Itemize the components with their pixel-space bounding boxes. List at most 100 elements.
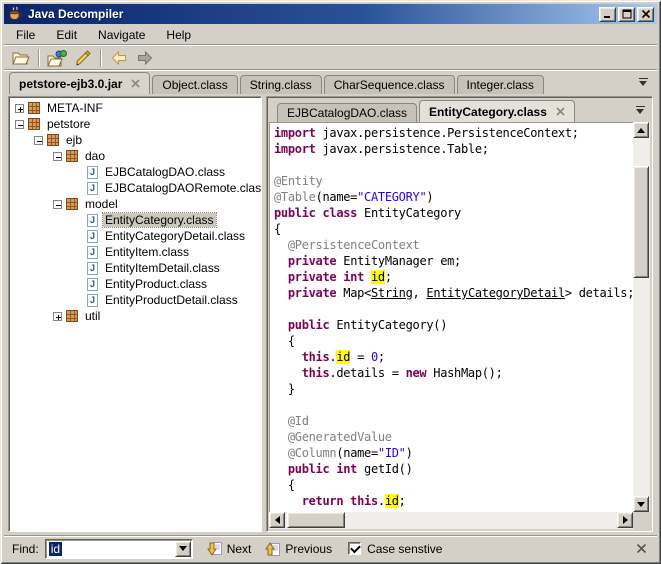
tree-item[interactable]: EntityItemDetail.class — [9, 260, 261, 276]
tab-petstore-ejb3-jar[interactable]: petstore-ejb3.0.jar — [9, 72, 150, 94]
menu-item-navigate[interactable]: Navigate — [96, 27, 147, 43]
code-line: import javax.persistence.Table; — [274, 141, 633, 157]
search-button[interactable] — [70, 47, 96, 69]
code-token: > details; — [565, 286, 633, 300]
tree-item[interactable]: dao — [9, 148, 261, 164]
tree-item-label: dao — [83, 149, 107, 163]
tree-item-label: EntityProduct.class — [103, 277, 209, 291]
scroll-up-icon — [637, 128, 645, 133]
expander-toggle-icon[interactable] — [53, 312, 62, 321]
case-sensitive-label: Case senstive — [367, 542, 442, 556]
expander-toggle-icon[interactable] — [34, 136, 43, 145]
find-input-value[interactable]: id — [49, 542, 62, 556]
tree-item[interactable]: util — [9, 308, 261, 324]
open-file-button[interactable] — [8, 47, 34, 69]
type-link[interactable]: String — [371, 286, 413, 300]
expander-toggle-icon[interactable] — [53, 152, 62, 161]
find-combobox[interactable]: id — [45, 539, 193, 559]
type-link[interactable]: EntityCategoryDetail — [426, 286, 565, 300]
code-token: Map< — [336, 286, 371, 300]
source-tab-overflow-dropdown-icon[interactable] — [636, 106, 645, 115]
tree-item[interactable]: EJBCatalogDAORemote.class — [9, 180, 261, 196]
tab-object-class[interactable]: Object.class — [152, 75, 237, 94]
scroll-right-icon — [623, 516, 628, 524]
tree-item[interactable]: EntityItem.class — [9, 244, 261, 260]
open-type-button[interactable] — [44, 47, 70, 69]
menu-item-edit[interactable]: Edit — [54, 27, 79, 43]
source-code-view[interactable]: import javax.persistence.PersistenceCont… — [269, 122, 633, 512]
code-token: private int — [288, 270, 364, 284]
tab-close-icon[interactable] — [131, 79, 140, 88]
scroll-down-button[interactable] — [633, 496, 649, 512]
minimize-button[interactable] — [599, 7, 616, 22]
code-token: { — [274, 222, 281, 236]
vertical-scrollbar[interactable] — [633, 122, 650, 512]
scroll-right-button[interactable] — [617, 512, 633, 528]
java-class-icon — [87, 294, 98, 307]
code-token: @Entity — [274, 174, 322, 188]
menu-item-help[interactable]: Help — [164, 27, 193, 43]
tree-item[interactable]: EJBCatalogDAO.class — [9, 164, 261, 180]
search-match: id — [371, 270, 385, 284]
scrollbar-corner — [633, 512, 650, 529]
tree-item[interactable]: EntityProduct.class — [9, 276, 261, 292]
tree-item[interactable]: META-INF — [9, 100, 261, 116]
window-titlebar: Java Decompiler — [4, 4, 657, 24]
tab-charsequence-class[interactable]: CharSequence.class — [324, 75, 455, 94]
find-close-button[interactable] — [636, 543, 647, 554]
find-next-button[interactable]: Next — [207, 541, 252, 557]
next-arrow-icon — [207, 541, 222, 557]
code-token — [274, 414, 288, 428]
main-tab-bar: petstore-ejb3.0.jar Object.class String.… — [4, 71, 657, 94]
tab-overflow-dropdown-icon[interactable] — [639, 78, 648, 87]
code-token: = — [350, 350, 371, 364]
chevron-down-icon — [179, 546, 187, 551]
find-bar: Find: id Next Previous Case senstive — [4, 536, 657, 560]
code-token: ; — [399, 494, 406, 508]
code-token: @Table — [274, 190, 316, 204]
tree-item[interactable]: model — [9, 196, 261, 212]
forward-arrow-icon — [136, 50, 154, 66]
horizontal-scrollbar-thumb[interactable] — [287, 512, 345, 528]
package-tree: META-INFpetstoreejbdaoEJBCatalogDAO.clas… — [8, 96, 262, 532]
tree-item-label: EJBCatalogDAORemote.class — [103, 181, 262, 195]
expander-toggle-icon[interactable] — [53, 200, 62, 209]
search-match: id — [336, 350, 350, 364]
tree-item[interactable]: ejb — [9, 132, 261, 148]
tree-item[interactable]: EntityCategoryDetail.class — [9, 228, 261, 244]
find-previous-button[interactable]: Previous — [265, 541, 332, 557]
tab-close-icon[interactable] — [556, 107, 565, 116]
tab-string-class[interactable]: String.class — [240, 75, 322, 94]
case-sensitive-checkbox[interactable] — [348, 542, 361, 555]
code-token: { — [274, 478, 295, 492]
back-button[interactable] — [106, 47, 132, 69]
tree-item-label: EntityCategoryDetail.class — [103, 229, 247, 243]
scroll-down-icon — [637, 502, 645, 507]
code-token: EntityCategory — [357, 206, 461, 220]
tab-integer-class[interactable]: Integer.class — [457, 75, 544, 94]
forward-button[interactable] — [132, 47, 158, 69]
code-token — [364, 270, 371, 284]
scroll-left-button[interactable] — [269, 512, 285, 528]
code-line: public int getId() — [274, 461, 633, 477]
tree-item[interactable]: EntityProductDetail.class — [9, 292, 261, 308]
code-line: private Map<String, EntityCategoryDetail… — [274, 285, 633, 301]
tab-entitycategory-class[interactable]: EntityCategory.class — [419, 100, 575, 122]
tree-item-label: EntityItem.class — [103, 245, 191, 259]
combo-dropdown-button[interactable] — [175, 541, 191, 557]
scroll-up-button[interactable] — [633, 122, 649, 138]
tree-item[interactable]: EntityCategory.class — [9, 212, 261, 228]
tab-ejbcatalogdao-class[interactable]: EJBCatalogDAO.class — [277, 103, 417, 122]
maximize-button[interactable] — [618, 7, 635, 22]
vertical-scrollbar-thumb[interactable] — [633, 166, 649, 278]
horizontal-scrollbar[interactable] — [269, 512, 633, 529]
code-token: 0 — [371, 350, 378, 364]
java-class-icon — [87, 230, 98, 243]
code-token: EntityManager em; — [336, 254, 461, 268]
tree-item[interactable]: petstore — [9, 116, 261, 132]
tab-label: Integer.class — [467, 78, 534, 92]
menu-item-file[interactable]: File — [14, 27, 37, 43]
close-button[interactable] — [637, 7, 654, 22]
expander-toggle-icon[interactable] — [15, 120, 24, 129]
expander-toggle-icon[interactable] — [15, 104, 24, 113]
